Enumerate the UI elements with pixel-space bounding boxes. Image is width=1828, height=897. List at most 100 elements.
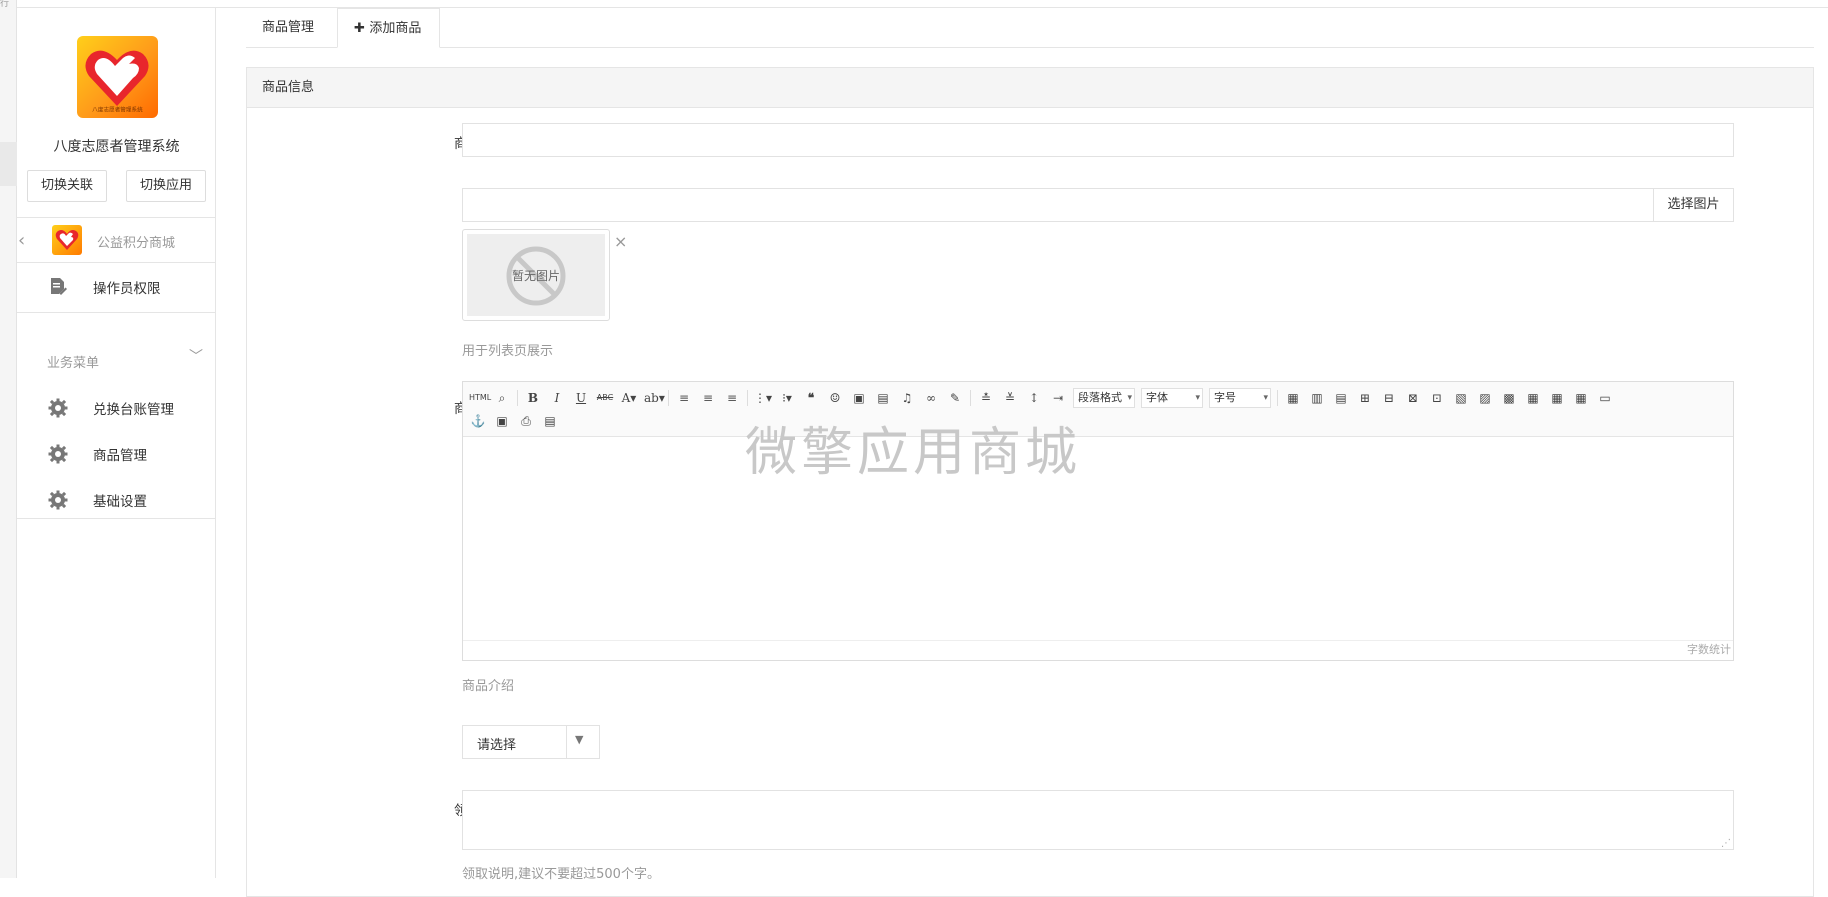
main-content: 商品管理 ✚ 添加商品 商品信息 商品名称 封面图 选择图片 暂无图片 × 用于…	[216, 8, 1828, 897]
fullscreen-icon[interactable]: ▭	[1596, 389, 1614, 407]
claim-help-text: 领取说明,建议不要超过500个字。	[462, 867, 660, 882]
toolbar-separator	[517, 390, 518, 406]
table-icon[interactable]: ▦	[1284, 389, 1302, 407]
cover-url-input[interactable]	[462, 188, 1654, 222]
sidebar-item-label: 商品管理	[93, 448, 147, 464]
eraser-icon[interactable]: ✎	[946, 389, 964, 407]
underline-icon[interactable]: U	[572, 389, 590, 407]
video-icon[interactable]: ▤	[874, 389, 892, 407]
left-rail-active-indicator	[0, 142, 17, 186]
switch-link-button[interactable]: 切换关联	[27, 170, 107, 202]
indent-icon[interactable]: ⇥	[1049, 389, 1067, 407]
image-icon[interactable]: ▣	[850, 389, 868, 407]
font-family-select[interactable]: 字体	[1141, 388, 1203, 408]
rich-text-editor[interactable]: HTML ⌕ B I U ABC A▾ ab▾ ≡ ≡ ≡ ⋮▾ ⁝▾ ❝ ☺ …	[462, 381, 1734, 661]
chevron-down-icon[interactable]: ﹀	[189, 346, 203, 366]
switch-app-button[interactable]: 切换应用	[126, 170, 206, 202]
gear-icon	[48, 444, 68, 464]
tab-bar: 商品管理 ✚ 添加商品	[246, 8, 1814, 48]
align-center-icon[interactable]: ≡	[699, 389, 717, 407]
preview-icon[interactable]: ⌕	[493, 389, 511, 407]
delete-col-icon[interactable]: ⊡	[1428, 389, 1446, 407]
no-image-text: 暂无图片	[511, 269, 560, 283]
module-name: 公益积分商城	[97, 236, 176, 251]
quote-icon[interactable]: ❝	[802, 389, 820, 407]
insert-col-icon[interactable]: ⊟	[1380, 389, 1398, 407]
paste-icon[interactable]: ▤	[541, 412, 559, 430]
toolbar-separator	[668, 390, 669, 406]
panel-title: 商品信息	[247, 68, 1813, 108]
module-back-row[interactable]: ‹ 公益积分商城	[17, 218, 216, 262]
app-logo: 八度志愿者管理系统	[77, 36, 158, 118]
sidebar-item-operator[interactable]: 操作员权限	[17, 264, 216, 308]
sponsor-select[interactable]: 请选择 ▼	[462, 725, 600, 759]
tab-goods-list[interactable]: 商品管理	[246, 8, 330, 48]
merge-cells-icon[interactable]: ▧	[1452, 389, 1470, 407]
resize-grip-icon[interactable]: ⋰	[1721, 838, 1731, 849]
align-right-icon[interactable]: ≡	[723, 389, 741, 407]
gear-icon	[48, 490, 68, 510]
highlight-icon[interactable]: ab▾	[644, 389, 665, 407]
sponsor-selected-value: 请选择	[477, 738, 517, 753]
anchor-icon[interactable]: ⚓	[469, 412, 487, 430]
italic-icon[interactable]: I	[548, 389, 566, 407]
tab-label: 添加商品	[369, 21, 422, 36]
delete-row-icon[interactable]: ⊠	[1404, 389, 1422, 407]
editor-body[interactable]	[463, 437, 1733, 637]
align-left-icon[interactable]: ≡	[675, 389, 693, 407]
plus-icon: ✚	[354, 21, 370, 36]
music-icon[interactable]: ♫	[898, 389, 916, 407]
sidebar-item-settings[interactable]: 基础设置	[17, 477, 216, 521]
heart-icon	[55, 230, 79, 250]
sidebar-item-goods[interactable]: 商品管理	[17, 431, 216, 475]
ordered-list-icon[interactable]: ⋮▾	[754, 389, 772, 407]
merge-down-icon[interactable]: ▩	[1500, 389, 1518, 407]
sidebar: 八度志愿者管理系统 八度志愿者管理系统 切换关联 切换应用 ‹ 公益积分商城 操…	[17, 8, 216, 878]
toolbar-separator	[970, 390, 971, 406]
goods-name-input[interactable]	[462, 123, 1734, 157]
print-icon[interactable]: ⎙	[517, 412, 535, 430]
html-source-icon[interactable]: HTML	[469, 389, 491, 407]
template-icon[interactable]: ▣	[493, 412, 511, 430]
section-title: 业务菜单	[47, 356, 100, 371]
toolbar-row: ⚓ ▣ ⎙ ▤	[469, 412, 559, 430]
font-color-icon[interactable]: A▾	[620, 389, 638, 407]
toolbar-separator	[1277, 390, 1278, 406]
select-divider	[566, 726, 567, 758]
link-icon[interactable]: ∞	[922, 389, 940, 407]
cover-help-text: 用于列表页展示	[462, 344, 554, 359]
document-edit-icon	[51, 278, 67, 295]
tab-add-goods[interactable]: ✚ 添加商品	[337, 8, 440, 48]
sidebar-divider	[17, 518, 216, 519]
merge-right-icon[interactable]: ▨	[1476, 389, 1494, 407]
choose-image-button[interactable]: 选择图片	[1653, 188, 1734, 222]
cover-thumbnail: 暂无图片	[462, 229, 610, 321]
strikethrough-icon[interactable]: ABC	[596, 389, 614, 407]
line-height-icon[interactable]: ↕	[1025, 389, 1043, 407]
row-spacing-top-icon[interactable]: ≛	[977, 389, 995, 407]
row-spacing-bottom-icon[interactable]: ≚	[1001, 389, 1019, 407]
system-name: 八度志愿者管理系统	[53, 139, 180, 155]
bold-icon[interactable]: B	[524, 389, 542, 407]
close-icon[interactable]: ×	[614, 232, 627, 251]
module-logo	[52, 225, 82, 255]
font-size-select[interactable]: 字号	[1209, 388, 1271, 408]
claim-textarea[interactable]: ⋰	[462, 790, 1734, 850]
left-rail-mark: 行	[0, 0, 10, 9]
insert-row-icon[interactable]: ⊞	[1356, 389, 1374, 407]
logo-caption: 八度志愿者管理系统	[92, 106, 143, 114]
editor-toolbar: HTML ⌕ B I U ABC A▾ ab▾ ≡ ≡ ≡ ⋮▾ ⁝▾ ❝ ☺ …	[463, 382, 1733, 437]
top-border	[0, 0, 1828, 8]
split-cells-icon[interactable]: ▦	[1524, 389, 1542, 407]
split-rows-icon[interactable]: ▦	[1548, 389, 1566, 407]
toolbar-separator	[747, 390, 748, 406]
split-cols-icon[interactable]: ▦	[1572, 389, 1590, 407]
insert-table-icon[interactable]: ▥	[1308, 389, 1326, 407]
chevron-left-icon[interactable]: ‹	[18, 230, 25, 251]
paragraph-format-select[interactable]: 段落格式	[1073, 388, 1135, 408]
emoji-icon[interactable]: ☺	[826, 389, 844, 407]
table-title-icon[interactable]: ▤	[1332, 389, 1350, 407]
caret-down-icon: ▼	[575, 733, 584, 746]
sidebar-item-exchange-ledger[interactable]: 兑换台账管理	[17, 385, 216, 429]
unordered-list-icon[interactable]: ⁝▾	[778, 389, 796, 407]
